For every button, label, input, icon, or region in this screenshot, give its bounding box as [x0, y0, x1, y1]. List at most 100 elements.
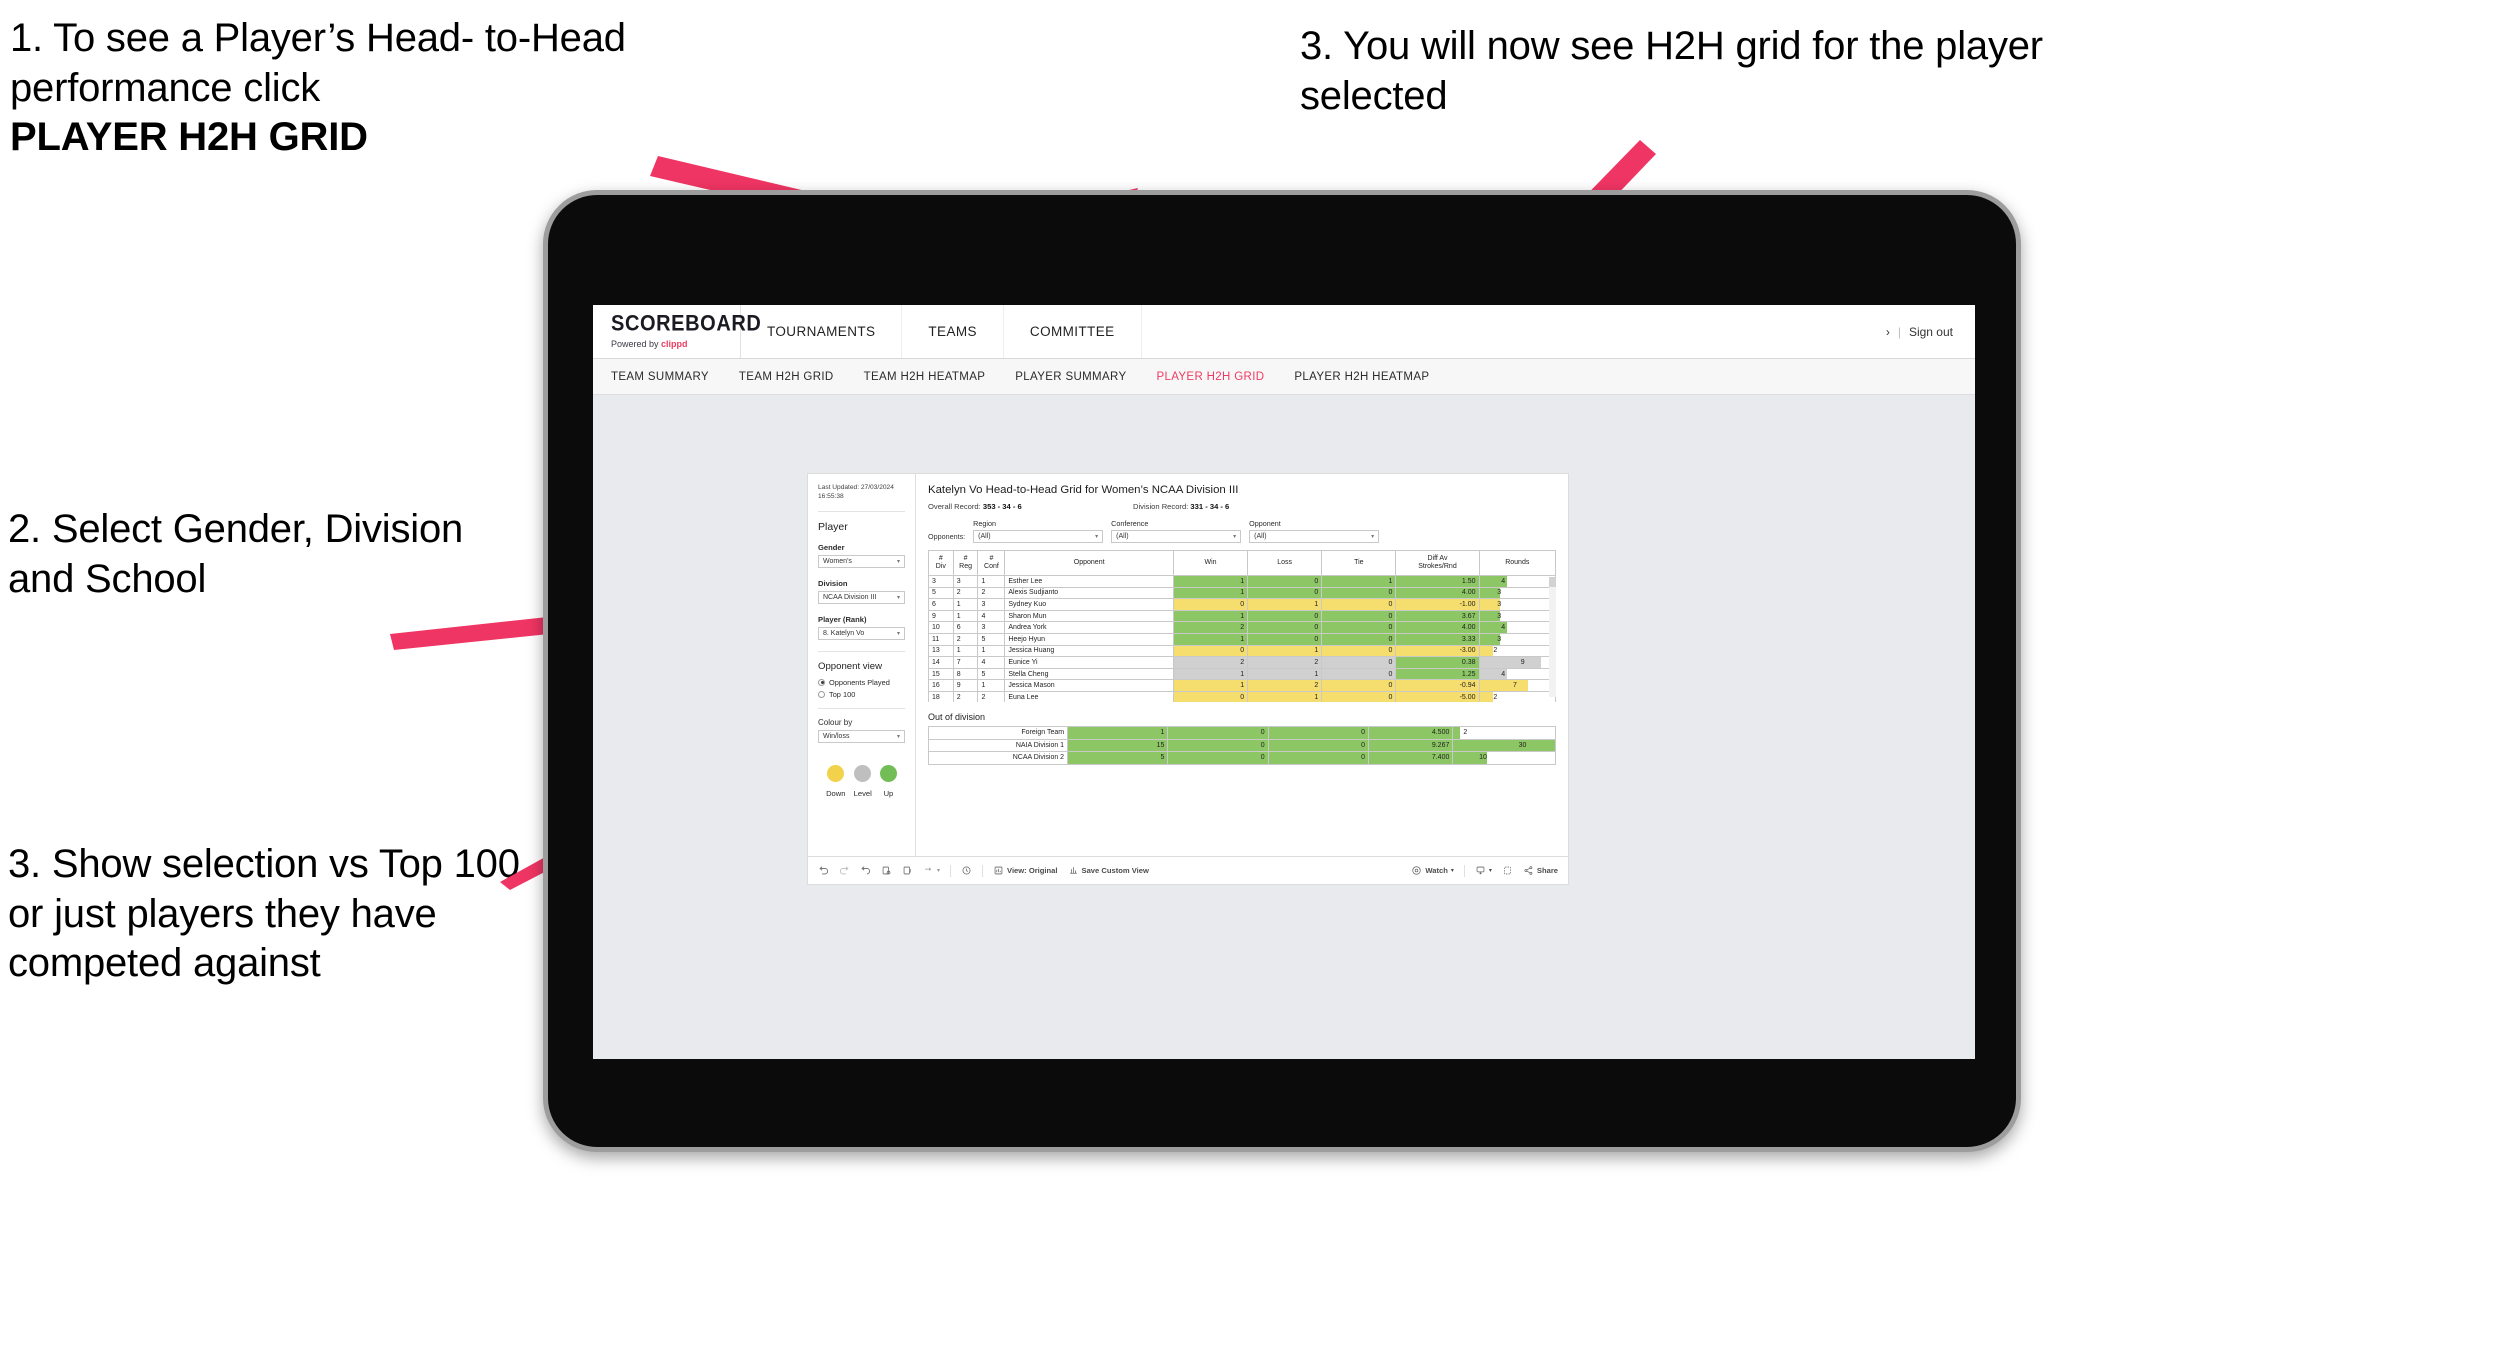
app-logo[interactable]: SCOREBOARD Powered by clippd: [593, 305, 761, 358]
cell-reg: 9: [952, 679, 979, 692]
cell-div: 9: [928, 609, 954, 623]
fullscreen-button[interactable]: [1502, 865, 1513, 876]
nav-item-tournaments[interactable]: TOURNAMENTS: [741, 305, 903, 358]
last-updated-text: Last Updated: 27/03/2024 16:55:38: [818, 484, 894, 500]
cell-reg: 2: [952, 632, 979, 646]
cell-tie: 0: [1321, 667, 1397, 681]
rounds-value: 4: [1501, 577, 1506, 585]
out-of-division-row[interactable]: NAIA Division 1 15 0 0 9.267 30: [927, 738, 1556, 752]
table-row[interactable]: 9 1 4 Sharon Mun 1 0 0 3.67 3: [928, 609, 1556, 623]
chevron-down-icon: ▾: [896, 594, 900, 601]
radio-opponents-played[interactable]: Opponents Played: [818, 678, 905, 687]
divider: [818, 510, 905, 512]
pan-tool-button[interactable]: ▾: [923, 865, 940, 876]
nav-item-committee[interactable]: COMMITTEE: [1004, 305, 1142, 358]
watch-button[interactable]: Watch ▾: [1411, 865, 1454, 876]
radio-top-100[interactable]: Top 100: [818, 690, 905, 699]
rounds-bar: [1453, 727, 1461, 739]
table-row[interactable]: 3 3 1 Esther Lee 1 0 1 1.50 4: [928, 575, 1556, 588]
chevron-down-icon: ▾: [1450, 868, 1454, 874]
subnav-team-summary[interactable]: TEAM SUMMARY: [611, 371, 709, 383]
cell-loss: 1: [1247, 667, 1323, 681]
share-label: Share: [1536, 866, 1558, 875]
download-button[interactable]: ▾: [1475, 865, 1492, 876]
chevron-down-icon: ▾: [1371, 534, 1375, 540]
table-scrollbar[interactable]: [1549, 577, 1556, 697]
column-header-loss[interactable]: Loss: [1247, 550, 1323, 576]
scrollbar-thumb[interactable]: [1549, 577, 1556, 587]
subnav-team-h2h-heatmap[interactable]: TEAM H2H HEATMAP: [864, 371, 986, 383]
opponent-select[interactable]: (All) ▾: [1249, 530, 1380, 543]
colour-by-select[interactable]: Win/loss ▾: [818, 729, 905, 743]
redo-button[interactable]: [839, 865, 850, 876]
table-row[interactable]: 13 1 1 Jessica Huang 0 1 0 -3.00 2: [928, 644, 1556, 658]
table-row[interactable]: 6 1 3 Sydney Kuo 0 1 0 -1.00 3: [928, 598, 1556, 611]
cell-rounds: 3: [1478, 609, 1556, 623]
share-button[interactable]: Share: [1523, 865, 1558, 876]
cell-win: 0: [1172, 644, 1249, 658]
table-row[interactable]: 15 8 5 Stella Cheng 1 1 0 1.25 4: [928, 667, 1556, 681]
conference-select[interactable]: (All) ▾: [1111, 530, 1242, 543]
save-custom-view-button[interactable]: Save Custom View: [1068, 865, 1149, 876]
subnav-player-summary[interactable]: PLAYER SUMMARY: [1015, 371, 1126, 383]
cell-diff: 3.33: [1395, 632, 1480, 646]
cell-rounds: 3: [1478, 598, 1556, 611]
table-row[interactable]: 14 7 4 Eunice Yi 2 2 0 0.38 9: [928, 656, 1556, 669]
gender-select[interactable]: Women’s ▾: [818, 554, 905, 568]
ood-rounds: 30: [1452, 738, 1556, 752]
subnav-player-h2h-grid[interactable]: PLAYER H2H GRID: [1156, 371, 1264, 383]
out-of-division-row[interactable]: NCAA Division 2 5 0 0 7.400 10: [927, 751, 1556, 765]
legend-item-level: Level: [854, 764, 872, 798]
column-header-rounds[interactable]: Rounds: [1478, 550, 1556, 576]
subnav-team-h2h-grid[interactable]: TEAM H2H GRID: [739, 371, 834, 383]
region-select[interactable]: (All) ▾: [973, 530, 1104, 543]
out-of-division-table: Foreign Team 1 0 0 4.500 2 NAIA Division 1 15 0 0…: [927, 726, 1556, 765]
division-select[interactable]: NCAA Division III ▾: [818, 590, 905, 604]
cell-div: 3: [928, 575, 954, 588]
revert-button[interactable]: [860, 865, 871, 876]
table-row[interactable]: 16 9 1 Jessica Mason 1 2 0 -0.94 7: [928, 679, 1556, 692]
sign-out-link[interactable]: Sign out: [1909, 325, 1953, 339]
opponent-label: Opponent: [1249, 519, 1281, 528]
timer-button[interactable]: [961, 865, 972, 876]
colour-by-group: Colour by Win/loss ▾: [818, 718, 905, 743]
conference-label: Conference: [1111, 519, 1149, 528]
cell-reg: 8: [952, 667, 979, 681]
undo-button[interactable]: [818, 865, 829, 876]
cell-opponent: Alexis Sudjianto: [1004, 586, 1174, 600]
column-header-opponent[interactable]: Opponent: [1004, 550, 1174, 576]
view-original-button[interactable]: View: Original: [993, 865, 1058, 876]
colour-by-value: Win/loss: [823, 732, 850, 740]
legend-dot-up: [879, 764, 897, 782]
cell-loss: 0: [1247, 632, 1323, 646]
nav-item-teams[interactable]: TEAMS: [902, 305, 1004, 358]
user-chevron-icon[interactable]: ›: [1886, 325, 1890, 339]
out-of-division-row[interactable]: Foreign Team 1 0 0 4.500 2: [927, 726, 1556, 740]
chevron-down-icon: ▾: [1233, 534, 1237, 540]
colour-legend: Down Level Up: [818, 764, 905, 798]
pause-button[interactable]: [902, 865, 913, 876]
toolbar-divider: [1463, 864, 1465, 877]
subnav-player-h2h-heatmap[interactable]: PLAYER H2H HEATMAP: [1294, 371, 1429, 383]
radio-unselected-icon: [818, 690, 825, 698]
column-header-div[interactable]: # Div: [928, 550, 954, 576]
legend-label-up: Up: [883, 788, 894, 798]
refresh-button[interactable]: [881, 865, 892, 876]
cell-conf: 4: [977, 609, 1006, 623]
table-row[interactable]: 10 6 3 Andrea York 2 0 0 4.00 4: [928, 621, 1556, 634]
column-header-conf[interactable]: # Conf: [977, 550, 1006, 576]
table-row[interactable]: 18 2 2 Euna Lee 0 1 0 -5.00 2: [928, 690, 1556, 702]
column-header-diff-av-strokes-rnd[interactable]: Diff Av Strokes/Rnd: [1395, 550, 1480, 576]
column-header-tie[interactable]: Tie: [1321, 550, 1397, 576]
cell-rounds: 2: [1478, 690, 1556, 702]
tablet-screen: SCOREBOARD Powered by clippd TOURNAMENTS…: [593, 305, 1975, 1059]
table-row[interactable]: 5 2 2 Alexis Sudjianto 1 0 0 4.00 3: [928, 586, 1556, 600]
table-row[interactable]: 11 2 5 Heejo Hyun 1 0 0 3.33 3: [928, 632, 1556, 646]
cell-win: 0: [1172, 598, 1249, 611]
column-header-reg[interactable]: # Reg: [952, 550, 979, 576]
cell-opponent: Jessica Mason: [1004, 679, 1174, 692]
cell-win: 1: [1172, 679, 1249, 692]
column-header-win[interactable]: Win: [1172, 550, 1249, 576]
ood-name: Foreign Team: [927, 726, 1069, 740]
player-select[interactable]: 8. Katelyn Vo ▾: [818, 626, 905, 640]
